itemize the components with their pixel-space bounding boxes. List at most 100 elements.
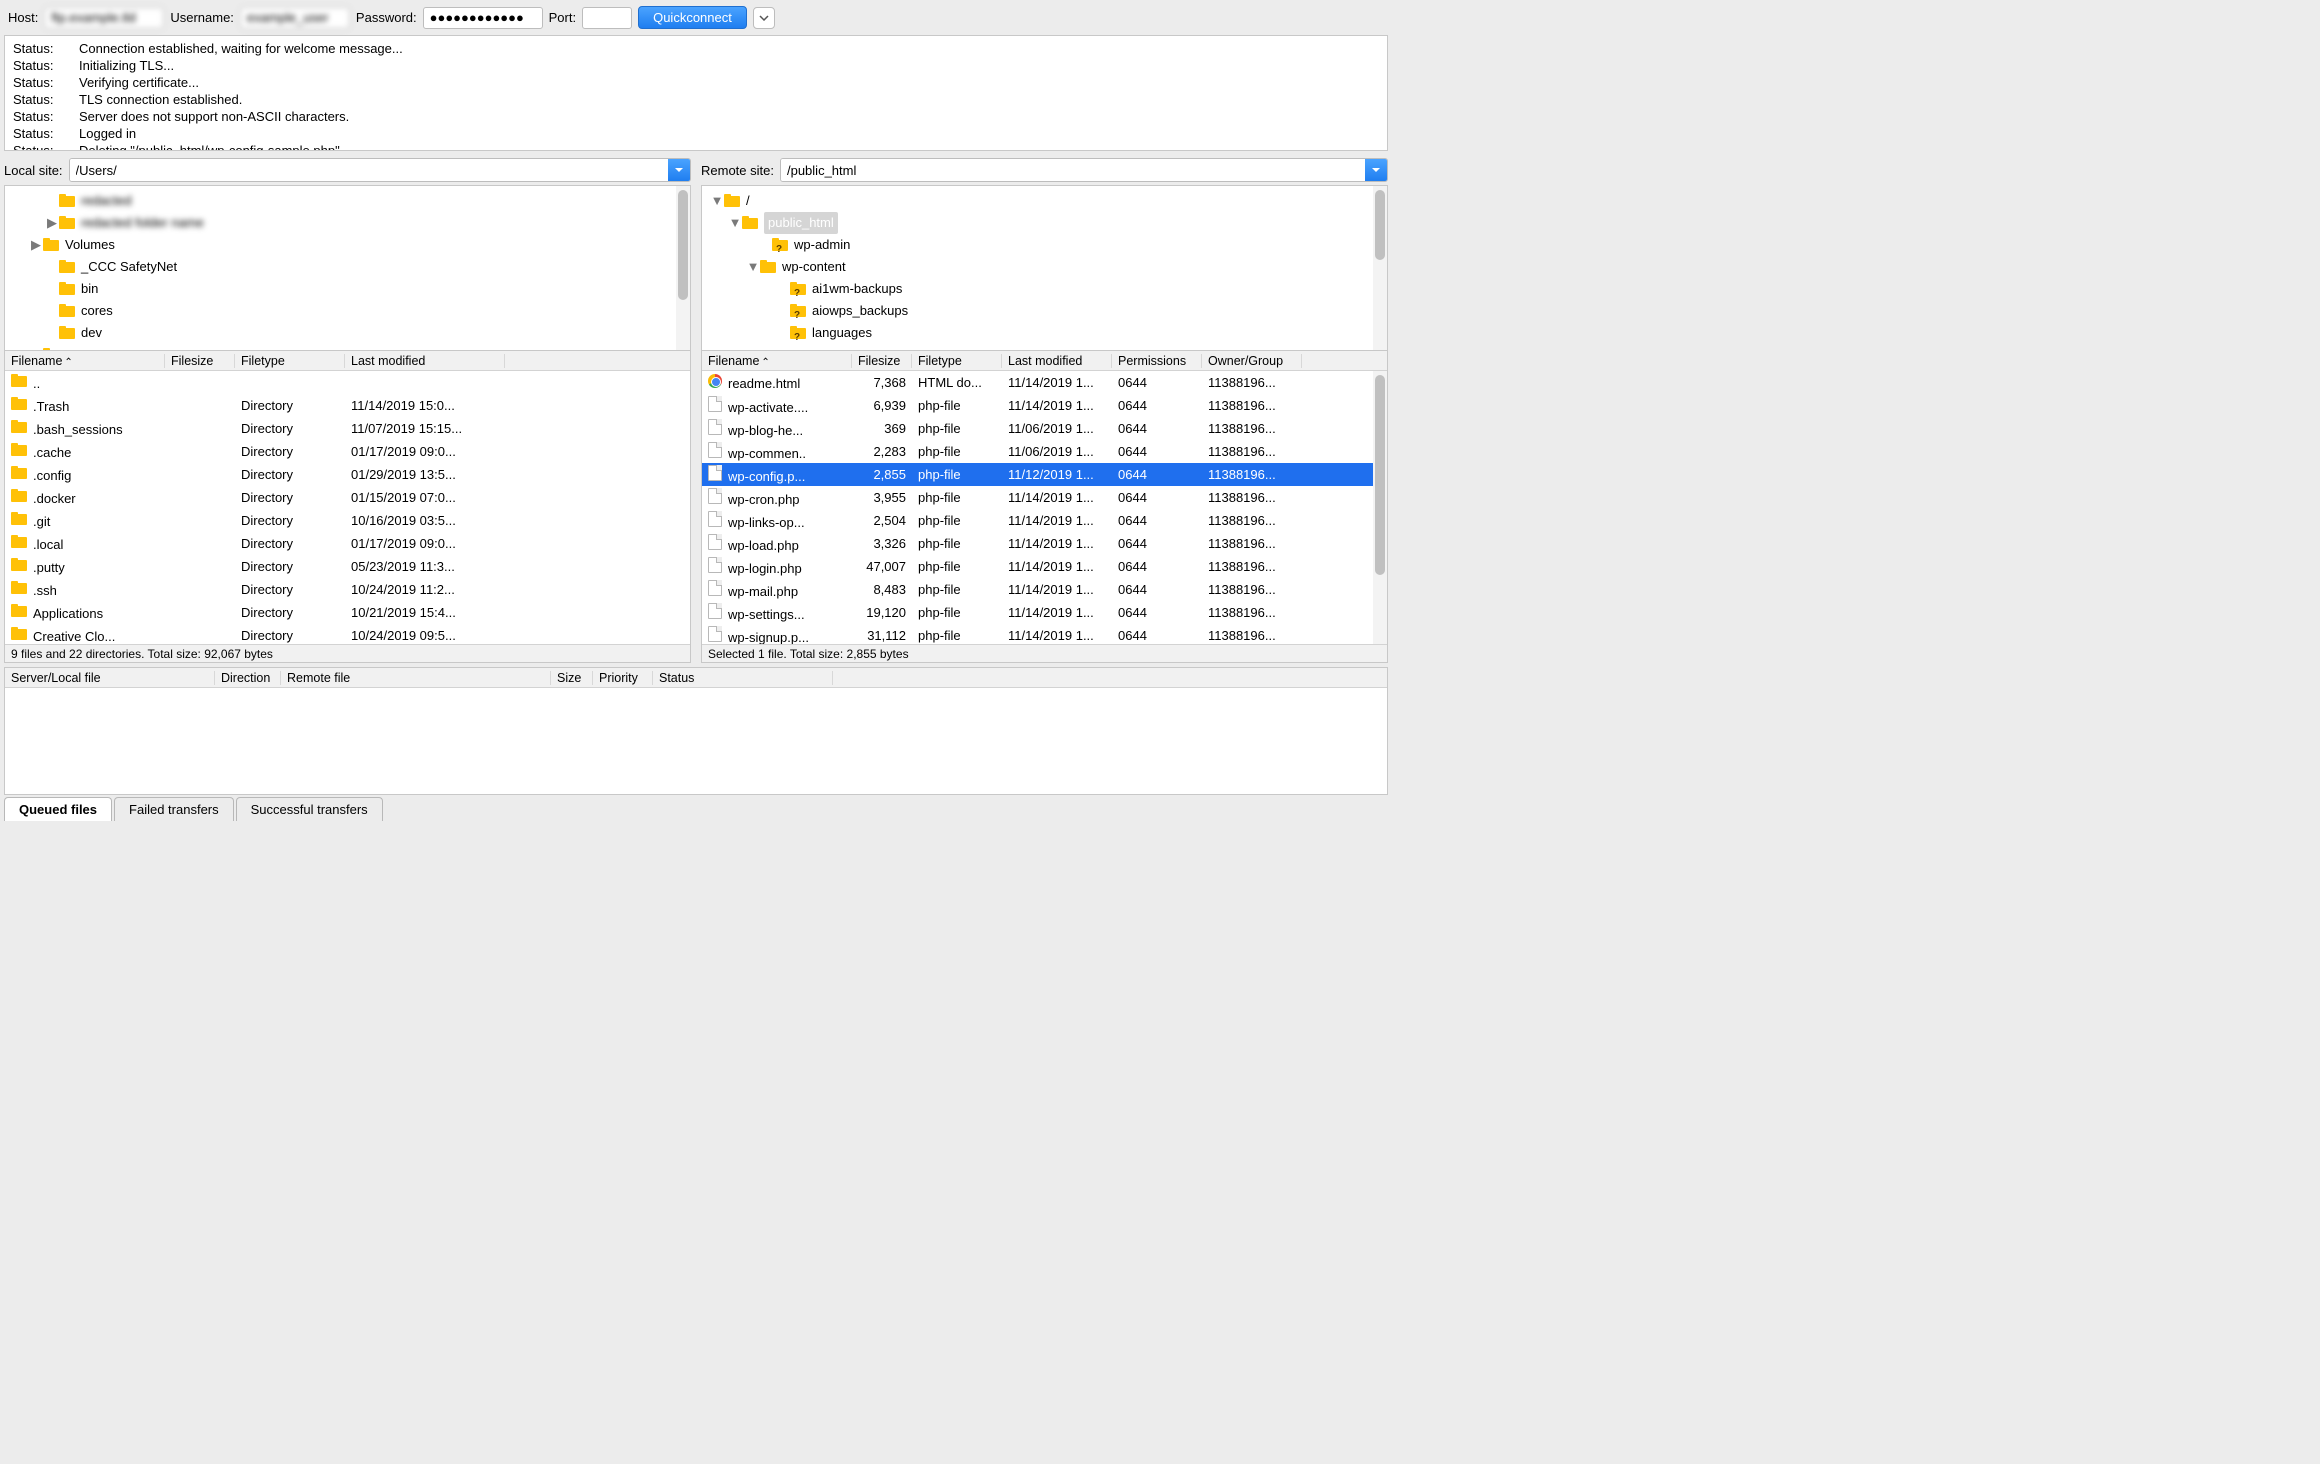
- local-path-dropdown[interactable]: [668, 159, 690, 181]
- column-header-prio[interactable]: Priority: [593, 671, 653, 685]
- disclosure-triangle-icon[interactable]: ▼: [710, 190, 724, 212]
- cell-name: .local: [5, 535, 165, 552]
- column-header-status[interactable]: Status: [653, 671, 833, 685]
- tree-item[interactable]: ▶etc: [5, 344, 676, 350]
- tree-item[interactable]: ▼wp-content: [702, 256, 1373, 278]
- column-header-remote[interactable]: Remote file: [281, 671, 551, 685]
- file-row[interactable]: readme.html7,368HTML do...11/14/2019 1..…: [702, 371, 1373, 394]
- column-header-mod[interactable]: Last modified: [1002, 354, 1112, 368]
- local-columns-header[interactable]: Filename⌃FilesizeFiletypeLast modified: [5, 351, 690, 371]
- tree-item[interactable]: ?wp-admin: [702, 234, 1373, 256]
- file-row[interactable]: .configDirectory01/29/2019 13:5...: [5, 463, 690, 486]
- tree-item-label: redacted folder name: [81, 212, 204, 234]
- file-row[interactable]: wp-load.php3,326php-file11/14/2019 1...0…: [702, 532, 1373, 555]
- column-header-type[interactable]: Filetype: [235, 354, 345, 368]
- file-row[interactable]: wp-login.php47,007php-file11/14/2019 1..…: [702, 555, 1373, 578]
- cell-name: wp-mail.php: [702, 580, 852, 599]
- column-header-dir[interactable]: Direction: [215, 671, 281, 685]
- tree-item[interactable]: redacted: [5, 190, 676, 212]
- file-row[interactable]: wp-activate....6,939php-file11/14/2019 1…: [702, 394, 1373, 417]
- local-path-input[interactable]: [70, 159, 668, 181]
- tree-item[interactable]: bin: [5, 278, 676, 300]
- column-header-server[interactable]: Server/Local file: [5, 671, 215, 685]
- column-header-name[interactable]: Filename⌃: [702, 354, 852, 368]
- file-row[interactable]: wp-mail.php8,483php-file11/14/2019 1...0…: [702, 578, 1373, 601]
- tree-item[interactable]: _CCC SafetyNet: [5, 256, 676, 278]
- scroll-thumb[interactable]: [1375, 375, 1385, 575]
- local-tree-scrollbar[interactable]: [676, 186, 690, 350]
- disclosure-triangle-icon[interactable]: ▶: [45, 212, 59, 234]
- tree-item[interactable]: ▶ redacted folder name: [5, 212, 676, 234]
- file-row[interactable]: .puttyDirectory05/23/2019 11:3...: [5, 555, 690, 578]
- file-icon: [708, 419, 722, 435]
- tree-item[interactable]: ▼public_html: [702, 212, 1373, 234]
- tree-item[interactable]: ?aiowps_backups: [702, 300, 1373, 322]
- remote-columns-header[interactable]: Filename⌃FilesizeFiletypeLast modifiedPe…: [702, 351, 1387, 371]
- column-header-owner[interactable]: Owner/Group: [1202, 354, 1302, 368]
- column-header-size[interactable]: Filesize: [165, 354, 235, 368]
- cell-type: Directory: [235, 444, 345, 459]
- remote-path-combo[interactable]: [780, 158, 1388, 182]
- remote-directory-tree[interactable]: ▼/▼public_html?wp-admin▼wp-content?ai1wm…: [702, 186, 1373, 350]
- file-row[interactable]: wp-links-op...2,504php-file11/14/2019 1.…: [702, 509, 1373, 532]
- file-row[interactable]: .dockerDirectory01/15/2019 07:0...: [5, 486, 690, 509]
- scroll-thumb[interactable]: [678, 190, 688, 300]
- remote-tree-scrollbar[interactable]: [1373, 186, 1387, 350]
- file-row[interactable]: Creative Clo...Directory10/24/2019 09:5.…: [5, 624, 690, 644]
- scroll-thumb[interactable]: [1375, 190, 1385, 260]
- disclosure-triangle-icon[interactable]: ▶: [29, 234, 43, 256]
- tab-successful-transfers[interactable]: Successful transfers: [236, 797, 383, 821]
- local-file-list[interactable]: Filename⌃FilesizeFiletypeLast modified .…: [4, 351, 691, 663]
- file-row[interactable]: .localDirectory01/17/2019 09:0...: [5, 532, 690, 555]
- tree-item[interactable]: ▶Volumes: [5, 234, 676, 256]
- file-row[interactable]: wp-cron.php3,955php-file11/14/2019 1...0…: [702, 486, 1373, 509]
- tab-queued-files[interactable]: Queued files: [4, 797, 112, 821]
- tree-item[interactable]: ?languages: [702, 322, 1373, 344]
- file-row[interactable]: wp-signup.p...31,112php-file11/14/2019 1…: [702, 624, 1373, 644]
- file-row[interactable]: .bash_sessionsDirectory11/07/2019 15:15.…: [5, 417, 690, 440]
- file-row[interactable]: ..: [5, 371, 690, 394]
- file-row[interactable]: wp-commen..2,283php-file11/06/2019 1...0…: [702, 440, 1373, 463]
- password-input[interactable]: [423, 7, 543, 29]
- remote-files-scrollbar[interactable]: [1373, 371, 1387, 644]
- port-input[interactable]: [582, 7, 632, 29]
- file-row[interactable]: .cacheDirectory01/17/2019 09:0...: [5, 440, 690, 463]
- column-header-name[interactable]: Filename⌃: [5, 354, 165, 368]
- remote-path-input[interactable]: [781, 159, 1365, 181]
- tree-item[interactable]: dev: [5, 322, 676, 344]
- queue-columns-header[interactable]: Server/Local fileDirectionRemote fileSiz…: [5, 668, 1387, 688]
- column-header-size[interactable]: Filesize: [852, 354, 912, 368]
- host-input[interactable]: [44, 7, 164, 29]
- tree-item[interactable]: ▼/: [702, 190, 1373, 212]
- username-input[interactable]: [240, 7, 350, 29]
- column-header-perm[interactable]: Permissions: [1112, 354, 1202, 368]
- transfer-queue[interactable]: Server/Local fileDirectionRemote fileSiz…: [4, 667, 1388, 795]
- quickconnect-dropdown-button[interactable]: [753, 7, 775, 29]
- message-log[interactable]: Status:Connection established, waiting f…: [4, 35, 1388, 151]
- local-directory-tree[interactable]: redacted▶redacted folder name▶Volumes_CC…: [5, 186, 676, 350]
- column-header-size[interactable]: Size: [551, 671, 593, 685]
- file-row[interactable]: .TrashDirectory11/14/2019 15:0...: [5, 394, 690, 417]
- remote-path-dropdown[interactable]: [1365, 159, 1387, 181]
- column-header-mod[interactable]: Last modified: [345, 354, 505, 368]
- file-row[interactable]: .gitDirectory10/16/2019 03:5...: [5, 509, 690, 532]
- tab-failed-transfers[interactable]: Failed transfers: [114, 797, 234, 821]
- disclosure-triangle-icon[interactable]: ▼: [746, 256, 760, 278]
- file-icon: [708, 557, 722, 573]
- file-row[interactable]: wp-config.p...2,855php-file11/12/2019 1.…: [702, 463, 1373, 486]
- tree-item[interactable]: cores: [5, 300, 676, 322]
- quickconnect-button[interactable]: Quickconnect: [638, 6, 747, 29]
- disclosure-triangle-icon[interactable]: ▶: [29, 344, 43, 350]
- tree-item[interactable]: ?ai1wm-backups: [702, 278, 1373, 300]
- cell-mod: 11/14/2019 1...: [1002, 582, 1112, 597]
- folder-icon: [11, 374, 27, 388]
- cell-name: Applications: [5, 604, 165, 621]
- file-row[interactable]: wp-blog-he...369php-file11/06/2019 1...0…: [702, 417, 1373, 440]
- disclosure-triangle-icon[interactable]: ▼: [728, 212, 742, 234]
- file-row[interactable]: ApplicationsDirectory10/21/2019 15:4...: [5, 601, 690, 624]
- remote-file-list[interactable]: Filename⌃FilesizeFiletypeLast modifiedPe…: [701, 351, 1388, 663]
- local-path-combo[interactable]: [69, 158, 691, 182]
- file-row[interactable]: .sshDirectory10/24/2019 11:2...: [5, 578, 690, 601]
- file-row[interactable]: wp-settings...19,120php-file11/14/2019 1…: [702, 601, 1373, 624]
- column-header-type[interactable]: Filetype: [912, 354, 1002, 368]
